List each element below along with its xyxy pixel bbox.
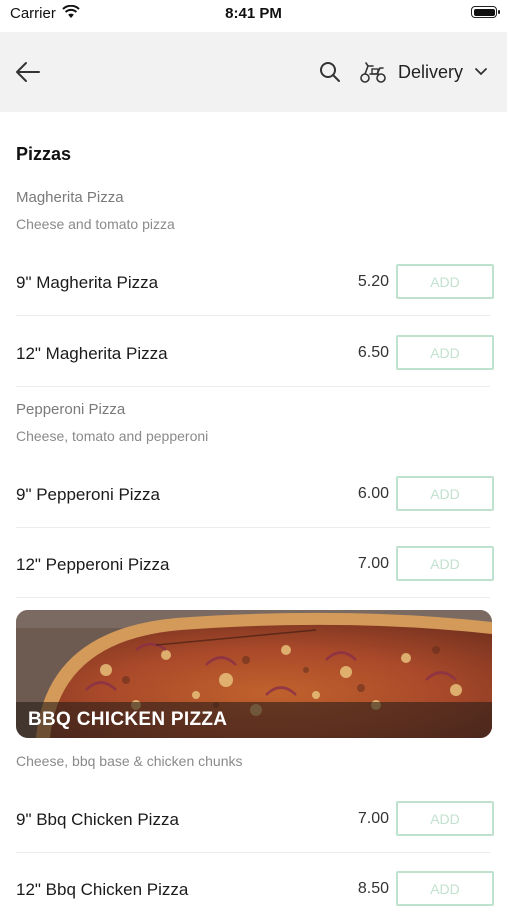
add-button[interactable]: ADD <box>396 264 494 299</box>
menu-item-description: Cheese, tomato and pepperoni <box>16 428 209 444</box>
add-button[interactable]: ADD <box>396 871 494 906</box>
option-label: 9" Bbq Chicken Pizza <box>16 810 179 829</box>
search-icon[interactable] <box>318 60 342 84</box>
option-label: 9" Magherita Pizza <box>16 273 159 292</box>
divider <box>16 597 490 598</box>
option-label: 12" Pepperoni Pizza <box>16 555 170 574</box>
option-price: 7.00 <box>357 810 389 827</box>
option-label: 9" Pepperoni Pizza <box>16 485 161 504</box>
scooter-icon <box>360 62 386 83</box>
option-price: 5.20 <box>357 273 389 290</box>
menu-item-name: BBQ CHICKEN PIZZA <box>28 709 228 730</box>
battery-icon <box>471 6 500 18</box>
menu-item-name: Pepperoni Pizza <box>16 401 126 418</box>
status-time: 8:41 PM <box>225 5 282 22</box>
divider <box>16 527 490 528</box>
bbq-chicken-pizza-image: BBQ CHICKEN PIZZA <box>16 610 492 738</box>
section-title: Pizzas <box>16 144 72 164</box>
add-button[interactable]: ADD <box>396 801 494 836</box>
option-price: 8.50 <box>357 880 389 897</box>
status-bar: Carrier 8:41 PM <box>0 0 507 30</box>
divider <box>16 852 490 853</box>
menu-item-description: Cheese and tomato pizza <box>16 216 175 232</box>
option-label: 12" Bbq Chicken Pizza <box>16 880 189 899</box>
menu-item-name: Magherita Pizza <box>16 189 124 206</box>
option-price: 7.00 <box>357 555 389 572</box>
chevron-down-icon[interactable] <box>474 65 488 79</box>
add-button[interactable]: ADD <box>396 546 494 581</box>
option-price: 6.50 <box>357 344 389 361</box>
divider <box>16 386 490 387</box>
menu-item-description: Cheese, bbq base & chicken chunks <box>16 753 243 769</box>
add-button[interactable]: ADD <box>396 335 494 370</box>
divider <box>16 315 490 316</box>
delivery-mode-label[interactable]: Delivery <box>398 62 463 83</box>
option-price: 6.00 <box>357 485 389 502</box>
arrow-left-icon[interactable] <box>12 56 44 88</box>
add-button[interactable]: ADD <box>396 476 494 511</box>
option-label: 12" Magherita Pizza <box>16 344 168 363</box>
